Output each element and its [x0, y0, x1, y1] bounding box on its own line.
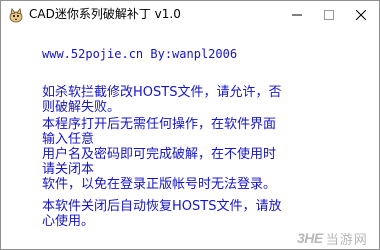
notice-line: 如杀软拦截修改HOSTS文件，请允许，否 — [42, 85, 282, 100]
title-bar[interactable]: CAD迷你系列破解补丁 v1.0 — [1, 1, 379, 29]
close-icon — [356, 10, 366, 20]
notice-line: 本程序打开后无需任何操作，在软件界面 — [42, 117, 277, 132]
notice-line: 本软件关闭后自动恢复HOSTS文件，请放 — [42, 199, 282, 214]
site-credit-line: www.52pojie.cn By:wanpl2006 — [42, 47, 238, 61]
cat-app-icon — [9, 8, 23, 23]
minimize-button[interactable] — [281, 1, 313, 29]
notice-line: 输入任意 — [42, 132, 95, 147]
notice-line: 软件，以免在登录正版帐号时无法登录。 — [42, 177, 277, 192]
maximize-icon — [324, 10, 334, 20]
close-button[interactable] — [345, 1, 377, 29]
notice-line: 用户名及密码即可完成破解，在不使用时 — [42, 147, 277, 162]
notice-line: 请关闭本 — [42, 162, 95, 177]
minimize-icon — [292, 14, 302, 16]
notice-panel: www.52pojie.cn By:wanpl2006 如杀软拦截修改HOSTS… — [1, 29, 379, 249]
watermark-text: 当游网 — [325, 232, 368, 248]
notice-line: 心使用。 — [42, 214, 95, 229]
app-window: CAD迷你系列破解补丁 v1.0 www.52pojie.cn By:wanpl… — [0, 0, 380, 250]
window-title: CAD迷你系列破解补丁 v1.0 — [29, 7, 181, 21]
maximize-button[interactable] — [313, 1, 345, 29]
watermark: 3HE 当游网 — [297, 227, 379, 249]
watermark-logo: 3HE — [297, 230, 323, 246]
notice-line: 则破解失败。 — [42, 100, 121, 115]
